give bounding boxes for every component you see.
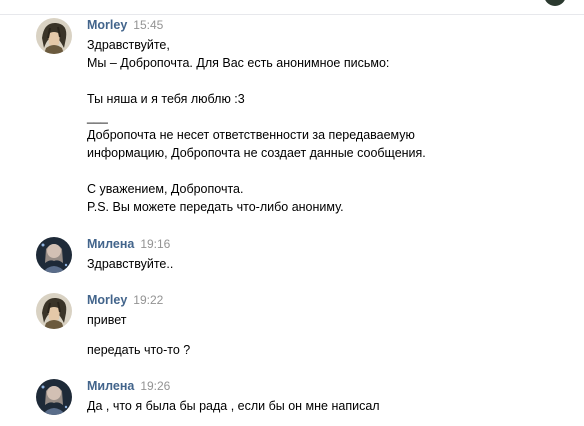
message-line: Добропочта не несет ответственности за п… (87, 128, 415, 142)
message-group: Morley 19:22 привет передать что-то ? (36, 293, 576, 363)
message-line: Ты няша и я тебя люблю :3 (87, 92, 245, 106)
avatar[interactable] (544, 0, 566, 6)
message-line (87, 72, 426, 90)
message-header: Morley 19:22 (87, 293, 163, 309)
author-name[interactable]: Morley (87, 293, 127, 307)
message-line: Мы – Добропочта. Для Вас есть анонимное … (87, 56, 390, 70)
message-text: Здравствуйте.. (87, 255, 173, 273)
message-header: Милена 19:26 (87, 379, 170, 395)
message-line: Здравствуйте, (87, 38, 170, 52)
author-name[interactable]: Милена (87, 379, 134, 393)
message-group: Morley 15:45 Здравствуйте, Мы – Добропочт… (36, 18, 576, 218)
message-text: привет (87, 311, 126, 329)
message-line: P.S. Вы можете передать что-либо анониму… (87, 200, 344, 214)
message-time: 19:16 (140, 237, 171, 251)
avatar-milena[interactable] (36, 379, 72, 415)
message-group: Милена 19:16 Здравствуйте.. (36, 237, 576, 277)
message-time: 19:22 (133, 293, 164, 307)
message-line: С уважением, Добропочта. (87, 182, 244, 196)
author-name[interactable]: Милена (87, 237, 134, 251)
top-bar (0, 0, 584, 15)
author-name[interactable]: Morley (87, 18, 127, 32)
message-line: ___ (87, 110, 108, 124)
message-time: 19:26 (140, 379, 171, 393)
message-line (87, 162, 426, 180)
message-line: информацию, Добропочта не создает данные… (87, 146, 426, 160)
avatar-morley[interactable] (36, 293, 72, 329)
message-text: Да , что я была бы рада , если бы он мне… (87, 397, 380, 415)
message-group: Милена 19:26 Да , что я была бы рада , ес… (36, 379, 576, 419)
message-line: Здравствуйте.. (87, 257, 174, 271)
message-line: передать что-то ? (87, 343, 191, 357)
avatar-morley[interactable] (36, 18, 72, 54)
message-header: Morley 15:45 (87, 18, 163, 34)
message-header: Милена 19:16 (87, 237, 170, 253)
message-time: 15:45 (133, 18, 164, 32)
message-line: Да , что я была бы рада , если бы он мне… (87, 399, 380, 413)
avatar-milena[interactable] (36, 237, 72, 273)
message-line: привет (87, 313, 127, 327)
message-text: передать что-то ? (87, 341, 190, 359)
message-text: Здравствуйте, Мы – Добропочта. Для Вас е… (87, 36, 426, 216)
